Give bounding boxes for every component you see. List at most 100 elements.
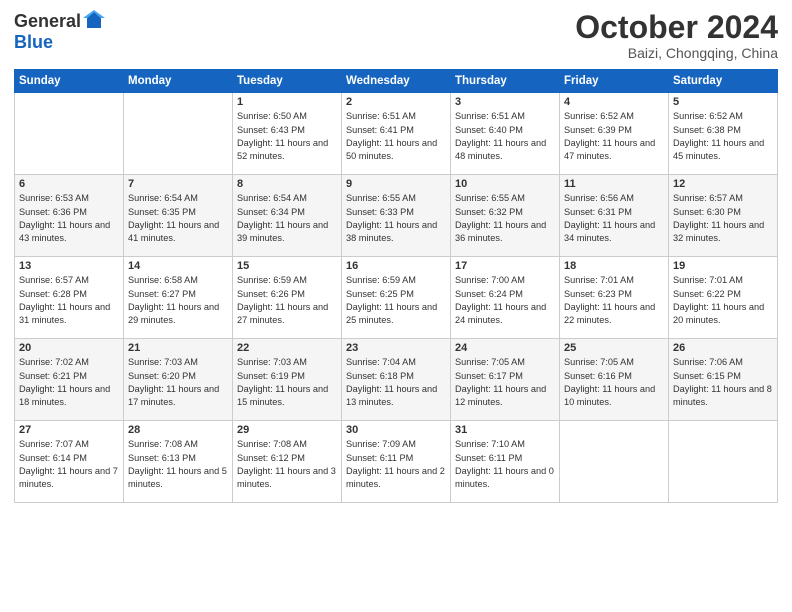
cell-content: Sunrise: 6:59 AMSunset: 6:25 PMDaylight:… (346, 274, 446, 327)
calendar-cell-1-2: 8Sunrise: 6:54 AMSunset: 6:34 PMDaylight… (233, 175, 342, 257)
cell-content: Sunrise: 6:57 AMSunset: 6:28 PMDaylight:… (19, 274, 119, 327)
header-monday: Monday (124, 70, 233, 93)
calendar-week-row-3: 20 Sunrise: 7:02 AMSunset: 6:21 PMDayligh… (15, 339, 778, 421)
calendar-cell-1-5: 11Sunrise: 6:56 AMSunset: 6:31 PMDayligh… (560, 175, 669, 257)
cell-content: Sunrise: 7:01 AMSunset: 6:23 PMDaylight:… (564, 274, 664, 327)
calendar-cell-4-2: 29 Sunrise: 7:08 AMSunset: 6:12 PMDayligh… (233, 421, 342, 503)
cell-content: Sunrise: 6:50 AMSunset: 6:43 PMDaylight:… (237, 110, 337, 163)
cell-content: Sunrise: 7:01 AMSunset: 6:22 PMDaylight:… (673, 274, 773, 327)
calendar-cell-3-1: 21 Sunrise: 7:03 AMSunset: 6:20 PMDayligh… (124, 339, 233, 421)
cell-content: Sunrise: 7:08 AMSunset: 6:13 PMDaylight:… (128, 438, 228, 491)
page: General Blue October 2024 Baizi, Chongqi… (0, 0, 792, 612)
cell-content: Sunrise: 7:06 AMSunset: 6:15 PMDaylight:… (673, 356, 773, 409)
calendar-cell-4-0: 27 Sunrise: 7:07 AMSunset: 6:14 PMDayligh… (15, 421, 124, 503)
subtitle: Baizi, Chongqing, China (575, 45, 778, 61)
cell-content: Sunrise: 6:51 AMSunset: 6:41 PMDaylight:… (346, 110, 446, 163)
calendar-cell-3-3: 23Sunrise: 7:04 AMSunset: 6:18 PMDayligh… (342, 339, 451, 421)
calendar-cell-3-0: 20 Sunrise: 7:02 AMSunset: 6:21 PMDayligh… (15, 339, 124, 421)
header-wednesday: Wednesday (342, 70, 451, 93)
calendar-cell-2-3: 16 Sunrise: 6:59 AMSunset: 6:25 PMDayligh… (342, 257, 451, 339)
day-number: 5 (673, 96, 773, 108)
cell-content: Sunrise: 7:04 AMSunset: 6:18 PMDaylight:… (346, 356, 446, 409)
cell-content: Sunrise: 7:03 AMSunset: 6:20 PMDaylight:… (128, 356, 228, 409)
header-saturday: Saturday (669, 70, 778, 93)
day-number: 27 (19, 424, 119, 436)
day-number: 21 (128, 342, 228, 354)
calendar-cell-0-4: 3 Sunrise: 6:51 AMSunset: 6:40 PMDaylight… (451, 93, 560, 175)
day-number: 3 (455, 96, 555, 108)
day-number: 20 (19, 342, 119, 354)
day-number: 11 (564, 178, 664, 190)
cell-content: Sunrise: 7:05 AMSunset: 6:16 PMDaylight:… (564, 356, 664, 409)
calendar-cell-4-1: 28 Sunrise: 7:08 AMSunset: 6:13 PMDayligh… (124, 421, 233, 503)
calendar-cell-2-0: 13 Sunrise: 6:57 AMSunset: 6:28 PMDayligh… (15, 257, 124, 339)
calendar-cell-2-5: 18 Sunrise: 7:01 AMSunset: 6:23 PMDayligh… (560, 257, 669, 339)
calendar-cell-0-5: 4 Sunrise: 6:52 AMSunset: 6:39 PMDaylight… (560, 93, 669, 175)
cell-content: Sunrise: 7:03 AMSunset: 6:19 PMDaylight:… (237, 356, 337, 409)
calendar-week-row-1: 6Sunrise: 6:53 AMSunset: 6:36 PMDaylight… (15, 175, 778, 257)
calendar-cell-3-2: 22 Sunrise: 7:03 AMSunset: 6:19 PMDayligh… (233, 339, 342, 421)
cell-content: Sunrise: 7:00 AMSunset: 6:24 PMDaylight:… (455, 274, 555, 327)
calendar-cell-0-1 (124, 93, 233, 175)
calendar-cell-1-4: 10Sunrise: 6:55 AMSunset: 6:32 PMDayligh… (451, 175, 560, 257)
calendar-cell-2-2: 15Sunrise: 6:59 AMSunset: 6:26 PMDayligh… (233, 257, 342, 339)
header-thursday: Thursday (451, 70, 560, 93)
cell-content: Sunrise: 7:08 AMSunset: 6:12 PMDaylight:… (237, 438, 337, 491)
day-number: 1 (237, 96, 337, 108)
day-number: 10 (455, 178, 555, 190)
day-number: 24 (455, 342, 555, 354)
cell-content: Sunrise: 7:05 AMSunset: 6:17 PMDaylight:… (455, 356, 555, 409)
calendar-cell-1-3: 9Sunrise: 6:55 AMSunset: 6:33 PMDaylight… (342, 175, 451, 257)
calendar-cell-4-4: 31Sunrise: 7:10 AMSunset: 6:11 PMDayligh… (451, 421, 560, 503)
cell-content: Sunrise: 7:10 AMSunset: 6:11 PMDaylight:… (455, 438, 555, 491)
cell-content: Sunrise: 7:09 AMSunset: 6:11 PMDaylight:… (346, 438, 446, 491)
header-friday: Friday (560, 70, 669, 93)
day-number: 25 (564, 342, 664, 354)
calendar-cell-3-6: 26Sunrise: 7:06 AMSunset: 6:15 PMDayligh… (669, 339, 778, 421)
calendar-week-row-4: 27 Sunrise: 7:07 AMSunset: 6:14 PMDayligh… (15, 421, 778, 503)
calendar-week-row-0: 1 Sunrise: 6:50 AMSunset: 6:43 PMDaylight… (15, 93, 778, 175)
calendar-cell-4-5 (560, 421, 669, 503)
day-number: 12 (673, 178, 773, 190)
calendar-table: Sunday Monday Tuesday Wednesday Thursday… (14, 69, 778, 503)
day-number: 28 (128, 424, 228, 436)
cell-content: Sunrise: 6:51 AMSunset: 6:40 PMDaylight:… (455, 110, 555, 163)
calendar-cell-2-4: 17Sunrise: 7:00 AMSunset: 6:24 PMDayligh… (451, 257, 560, 339)
header: General Blue October 2024 Baizi, Chongqi… (14, 10, 778, 61)
day-number: 22 (237, 342, 337, 354)
month-title: October 2024 (575, 10, 778, 45)
calendar-cell-1-0: 6Sunrise: 6:53 AMSunset: 6:36 PMDaylight… (15, 175, 124, 257)
calendar-cell-2-6: 19 Sunrise: 7:01 AMSunset: 6:22 PMDayligh… (669, 257, 778, 339)
calendar-cell-4-6 (669, 421, 778, 503)
calendar-week-row-2: 13 Sunrise: 6:57 AMSunset: 6:28 PMDayligh… (15, 257, 778, 339)
day-number: 18 (564, 260, 664, 272)
cell-content: Sunrise: 6:58 AMSunset: 6:27 PMDaylight:… (128, 274, 228, 327)
cell-content: Sunrise: 6:59 AMSunset: 6:26 PMDaylight:… (237, 274, 337, 327)
logo-icon (83, 10, 105, 32)
cell-content: Sunrise: 6:52 AMSunset: 6:39 PMDaylight:… (564, 110, 664, 163)
header-tuesday: Tuesday (233, 70, 342, 93)
calendar-cell-3-5: 25 Sunrise: 7:05 AMSunset: 6:16 PMDayligh… (560, 339, 669, 421)
day-number: 19 (673, 260, 773, 272)
logo: General Blue (14, 10, 105, 53)
day-number: 7 (128, 178, 228, 190)
day-number: 30 (346, 424, 446, 436)
calendar-cell-3-4: 24 Sunrise: 7:05 AMSunset: 6:17 PMDayligh… (451, 339, 560, 421)
day-number: 9 (346, 178, 446, 190)
header-sunday: Sunday (15, 70, 124, 93)
cell-content: Sunrise: 6:52 AMSunset: 6:38 PMDaylight:… (673, 110, 773, 163)
day-number: 16 (346, 260, 446, 272)
calendar-cell-0-2: 1 Sunrise: 6:50 AMSunset: 6:43 PMDaylight… (233, 93, 342, 175)
cell-content: Sunrise: 6:57 AMSunset: 6:30 PMDaylight:… (673, 192, 773, 245)
day-number: 14 (128, 260, 228, 272)
day-number: 4 (564, 96, 664, 108)
day-number: 13 (19, 260, 119, 272)
cell-content: Sunrise: 7:07 AMSunset: 6:14 PMDaylight:… (19, 438, 119, 491)
title-area: October 2024 Baizi, Chongqing, China (575, 10, 778, 61)
day-number: 29 (237, 424, 337, 436)
calendar-cell-4-3: 30 Sunrise: 7:09 AMSunset: 6:11 PMDayligh… (342, 421, 451, 503)
day-number: 6 (19, 178, 119, 190)
logo-general-text: General (14, 11, 81, 32)
day-number: 2 (346, 96, 446, 108)
cell-content: Sunrise: 7:02 AMSunset: 6:21 PMDaylight:… (19, 356, 119, 409)
